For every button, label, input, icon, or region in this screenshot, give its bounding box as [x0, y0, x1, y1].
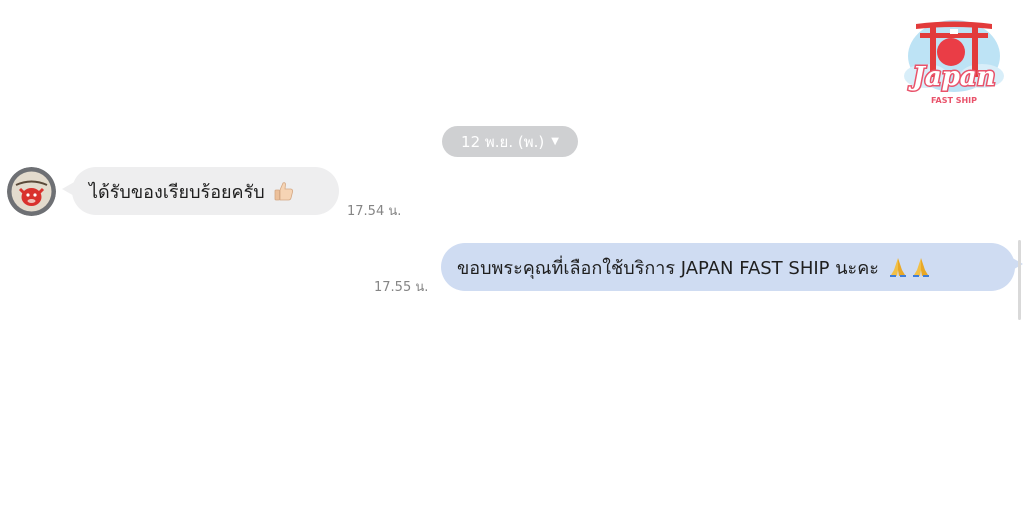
contact-avatar[interactable]	[7, 167, 56, 216]
outgoing-message-bubble[interactable]: ขอบพระคุณที่เลือกใช้บริการ JAPAN FAST SH…	[441, 243, 1015, 291]
brand-logo: Japan FAST SHIP	[898, 10, 1010, 110]
caret-down-icon: ▼	[551, 136, 559, 147]
folded-hands-icon	[887, 256, 933, 278]
logo-main-text: Japan	[907, 62, 995, 92]
message-timestamp: 17.55 น.	[374, 280, 429, 295]
incoming-message-bubble[interactable]: ได้รับของเรียบร้อยครับ	[72, 167, 339, 215]
message-text: ได้รับของเรียบร้อยครับ	[89, 181, 265, 203]
message-text: ขอบพระคุณที่เลือกใช้บริการ JAPAN FAST SH…	[457, 257, 879, 279]
date-separator[interactable]: 12 พ.ย. (พ.) ▼	[442, 126, 578, 157]
message-timestamp: 17.54 น.	[347, 204, 402, 219]
thumbs-up-icon	[273, 180, 295, 202]
scrollbar[interactable]	[1018, 240, 1021, 320]
date-label: 12 พ.ย. (พ.)	[461, 132, 545, 151]
logo-sub-text: FAST SHIP	[931, 96, 977, 105]
